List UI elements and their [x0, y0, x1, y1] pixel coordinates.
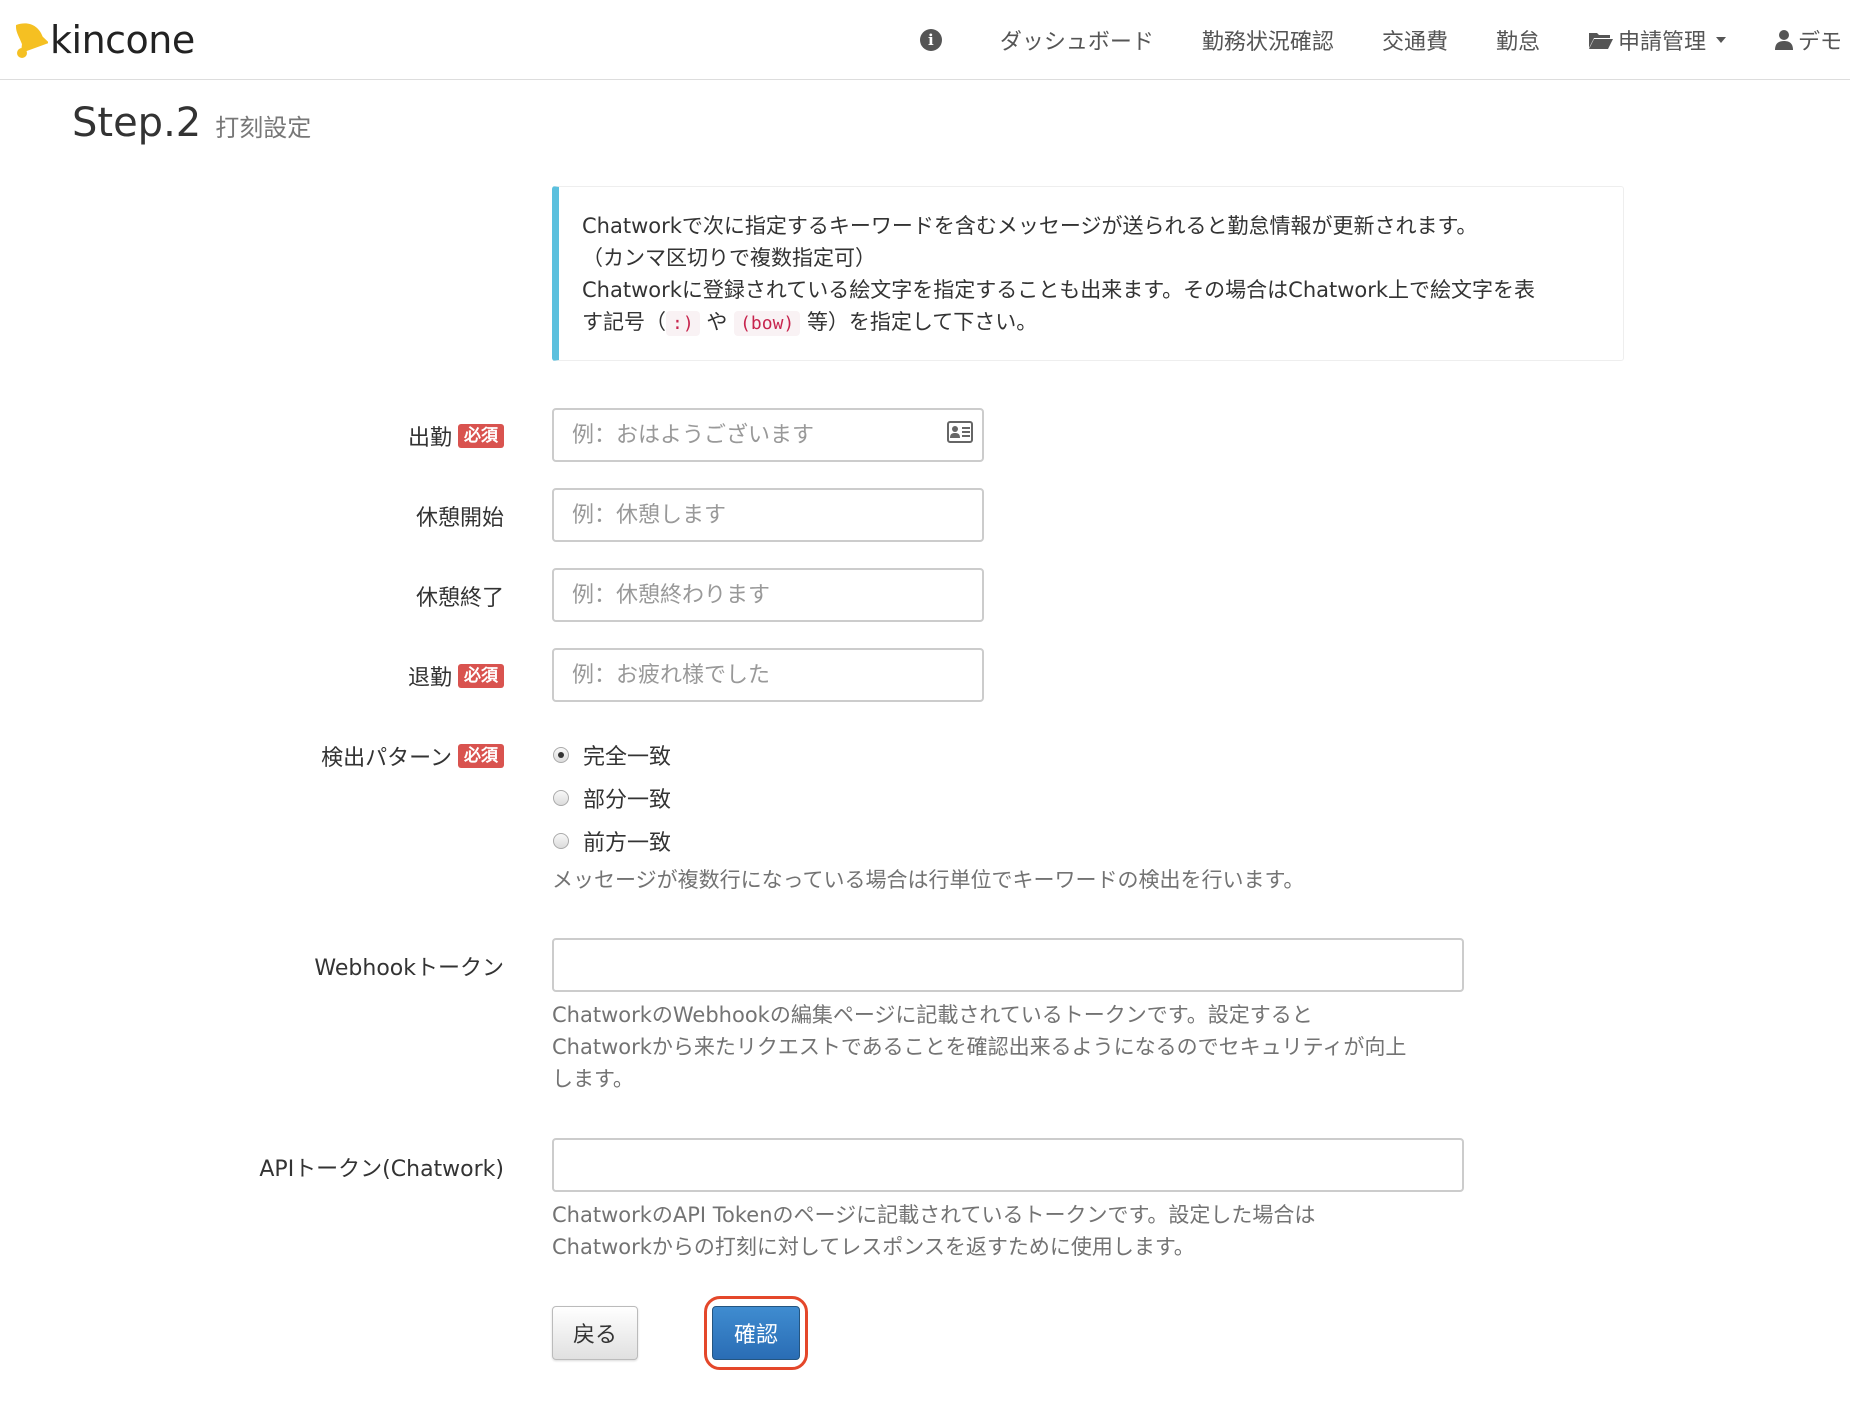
info-icon: i — [919, 29, 942, 51]
api-token-input[interactable] — [552, 1138, 1464, 1192]
folder-open-icon — [1588, 30, 1614, 50]
nav-user-label: デモ — [1797, 30, 1842, 55]
nav-transport[interactable]: 交通費 — [1358, 0, 1472, 80]
nav-applications-dropdown[interactable]: 申請管理 — [1564, 0, 1750, 80]
emoji-code-smile: :) — [666, 311, 700, 336]
detection-help-text: メッセージが複数行になっている場合は行単位でキーワードの検出を行います。 — [552, 868, 1305, 892]
radio-label: 前方一致 — [583, 831, 672, 856]
radio-label: 部分一致 — [583, 788, 672, 813]
nav-attendance-status[interactable]: 勤務状況確認 — [1178, 0, 1358, 80]
brand-name: kincone — [50, 18, 195, 62]
webhook-help-text: ChatworkのWebhookの編集ページに記載されているトークンです。設定す… — [552, 999, 1406, 1095]
api-help-text: ChatworkのAPI Tokenのページに記載されているトークンです。設定し… — [552, 1199, 1315, 1263]
break-start-label: 休憩開始 — [416, 500, 504, 532]
clock-out-input[interactable] — [552, 648, 984, 702]
page-title: Step.2 — [72, 100, 202, 146]
break-end-input[interactable] — [552, 568, 984, 622]
api-token-label: APIトークン(Chatwork) — [259, 1151, 504, 1183]
nav-dashboard[interactable]: ダッシュボード — [976, 0, 1178, 80]
nav-attendance-status-label: 勤務状況確認 — [1201, 30, 1334, 55]
clock-in-label-text: 出勤 — [407, 426, 452, 451]
radio-prefix-match[interactable]: 前方一致 — [552, 825, 671, 857]
api-help-line: Chatworkからの打刻に対してレスポンスを返すために使用します。 — [552, 1235, 1195, 1259]
callout-line-4: す記号（:) や (bow) 等）を指定して下さい。 — [582, 306, 1601, 340]
info-callout: Chatworkで次に指定するキーワードを含むメッセージが送られると勤怠情報が更… — [552, 186, 1624, 361]
callout-text: す記号（ — [582, 310, 666, 334]
api-token-label-text: APIトークン(Chatwork) — [259, 1157, 504, 1182]
radio-exact-match[interactable]: 完全一致 — [552, 739, 671, 771]
clock-out-label: 退勤 必須 — [408, 660, 504, 692]
page-subtitle: 打刻設定 — [215, 114, 312, 142]
webhook-token-label: Webhookトークン — [314, 950, 504, 982]
chevron-down-icon — [1715, 37, 1726, 43]
callout-text: や — [706, 310, 728, 334]
clock-in-label: 出勤 必須 — [408, 420, 504, 452]
webhook-help-line: します。 — [552, 1067, 634, 1091]
user-icon — [1774, 29, 1794, 51]
callout-line-1: Chatworkで次に指定するキーワードを含むメッセージが送られると勤怠情報が更… — [582, 214, 1478, 238]
nav-menu: i ダッシュボード 勤務状況確認 交通費 勤怠 申請管理 デモ — [896, 0, 1850, 80]
webhook-token-input[interactable] — [552, 938, 1464, 992]
radio-partial-match[interactable]: 部分一致 — [552, 782, 671, 814]
radio-button-checked[interactable] — [553, 747, 569, 763]
brand-logo[interactable]: kincone — [12, 14, 195, 64]
nav-user-menu[interactable]: デモ — [1750, 0, 1850, 80]
nav-timecard[interactable]: 勤怠 — [1472, 0, 1564, 80]
api-help-line: ChatworkのAPI Tokenのページに記載されているトークンです。設定し… — [552, 1203, 1316, 1227]
top-navbar: kincone i ダッシュボード 勤務状況確認 交通費 勤怠 申請管理 デモ — [0, 0, 1850, 80]
contact-card-icon[interactable] — [947, 421, 973, 443]
clock-in-input[interactable] — [552, 408, 984, 462]
callout-line-3: Chatworkに登録されている絵文字を指定することも出来ます。その場合はCha… — [582, 278, 1536, 302]
webhook-help-line: ChatworkのWebhookの編集ページに記載されているトークンです。設定す… — [552, 1003, 1313, 1027]
nav-dashboard-label: ダッシュボード — [999, 30, 1154, 55]
break-end-label-text: 休憩終了 — [415, 586, 504, 611]
page-header: Step.2 打刻設定 — [72, 100, 311, 146]
nav-transport-label: 交通費 — [1381, 30, 1448, 55]
nav-info[interactable]: i — [896, 0, 976, 80]
radio-label: 完全一致 — [583, 745, 672, 770]
required-badge: 必須 — [458, 664, 504, 688]
webhook-token-label-text: Webhookトークン — [314, 956, 504, 981]
callout-line-2: （カンマ区切りで複数指定可） — [582, 246, 876, 270]
back-button[interactable]: 戻る — [552, 1306, 638, 1360]
break-end-label: 休憩終了 — [416, 580, 504, 612]
emoji-code-bow: (bow) — [734, 311, 801, 336]
confirm-button[interactable]: 確認 — [712, 1306, 800, 1360]
nav-applications-label: 申請管理 — [1617, 30, 1706, 55]
webhook-help-line: Chatworkから来たリクエストであることを確認出来るようになるのでセキュリテ… — [552, 1035, 1407, 1059]
clock-out-label-text: 退勤 — [407, 666, 452, 691]
nav-timecard-label: 勤怠 — [1495, 30, 1540, 55]
detection-pattern-label-text: 検出パターン — [321, 746, 452, 771]
detection-pattern-label: 検出パターン 必須 — [321, 740, 504, 772]
break-start-input[interactable] — [552, 488, 984, 542]
bell-logo-icon — [15, 23, 48, 58]
callout-text: 等）を指定して下さい。 — [806, 310, 1038, 334]
required-badge: 必須 — [458, 424, 504, 448]
required-badge: 必須 — [458, 744, 504, 768]
radio-button[interactable] — [553, 833, 569, 849]
break-start-label-text: 休憩開始 — [415, 506, 504, 531]
radio-button[interactable] — [553, 790, 569, 806]
